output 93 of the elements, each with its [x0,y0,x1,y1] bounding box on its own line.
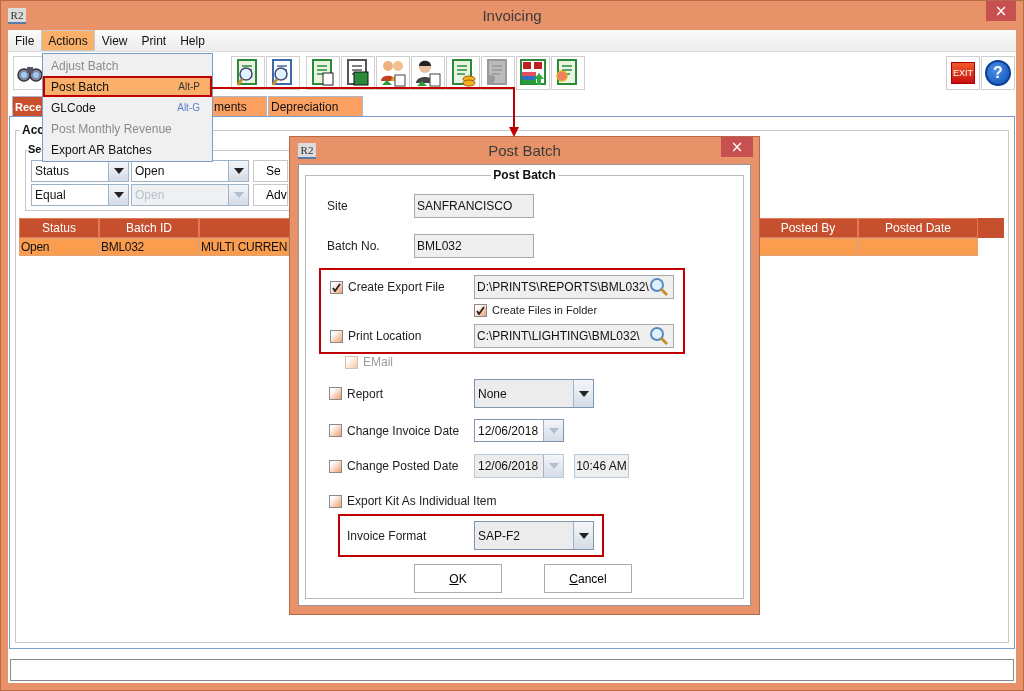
exit-button[interactable]: EXIT [946,56,980,90]
toolbar-button[interactable] [376,56,410,90]
invoice-format-dropdown[interactable]: SAP-F2 [474,521,594,550]
checkbox-label: Create Files in Folder [492,304,598,316]
people-icon [379,59,407,87]
dropdown-arrow-icon [113,192,124,198]
site-label: Site [327,199,349,213]
dropdown-button[interactable] [228,161,248,181]
checkbox[interactable] [330,329,343,343]
checkbox[interactable] [329,424,342,437]
menu-item[interactable]: View [94,30,135,51]
checkbox-label: Export Kit As Individual Item [347,494,497,508]
toolbar-button[interactable] [516,56,550,90]
filter-button[interactable]: Adv [253,184,288,206]
toolbar-button[interactable] [341,56,375,90]
group-title: Se [28,143,42,155]
group-title: Post Batch [491,168,558,182]
checkbox-label: Print Location [348,329,422,343]
table-cell: BML032 [99,238,199,256]
coins-icon [450,59,476,87]
path-text: D:\PRINTS\REPORTS\BML032\ [477,280,649,294]
close-button[interactable]: × [986,1,1016,21]
toolbar-button[interactable] [231,56,265,90]
app-logo: R2 [8,7,26,24]
help-button[interactable]: ? [981,56,1015,90]
toolbar-button[interactable] [411,56,445,90]
path-field[interactable]: D:\PRINTS\REPORTS\BML032\ [474,275,674,299]
close-button[interactable]: × [721,137,753,157]
dropdown-arrow-icon [233,168,244,174]
toolbar-button[interactable] [481,56,515,90]
invoice-format-label: Invoice Format [347,528,428,543]
dropdown-arrow-icon [578,532,589,539]
checkbox-label: Change Invoice Date [347,423,460,438]
checkbox[interactable] [474,303,487,317]
ok-button[interactable]: OK [414,564,502,593]
field-dropdown[interactable]: Status [31,160,129,182]
books-icon [519,59,547,87]
field-dropdown[interactable]: Equal [31,184,129,206]
checkbox[interactable] [330,280,343,294]
batch-no-label: Batch No. [327,239,381,253]
tab[interactable]: Depreciation [268,96,363,116]
time-field: 10:46 AM [574,454,629,478]
tab[interactable]: ments [211,96,267,116]
menu-item[interactable]: GLCode Alt-G [43,97,212,118]
site-field: SANFRANCISCO [414,194,534,218]
toolbar-button[interactable] [446,56,480,90]
table-cell: Open [19,238,99,256]
menu-item[interactable]: Help [173,30,212,51]
checkbox-label: Report [347,386,384,401]
checkbox-label: Create Export File [348,280,445,294]
batch-no-field: BML032 [414,234,534,258]
check-icon [476,305,485,315]
report-dropdown[interactable]: None [474,379,594,408]
app-logo: R2 [298,142,316,159]
dropdown-button[interactable] [108,161,128,181]
menu-item[interactable]: Actions [41,30,95,51]
checkbox[interactable] [329,494,342,508]
dropdown-arrow-icon [548,463,559,469]
search-icon[interactable] [649,326,669,346]
spreadsheet-icon [310,59,336,87]
checkbox-label: EMail [363,355,393,369]
checkbox[interactable] [329,459,342,473]
menu-item[interactable]: Post Batch Alt-P [43,76,212,97]
checkbox[interactable] [329,387,342,400]
cancel-button[interactable]: Cancel [544,564,632,593]
dropdown-arrow-icon [548,427,559,434]
tab[interactable]: Rece [12,96,44,116]
path-text: C:\PRINT\LIGHTING\BML032\ [477,329,640,343]
dropdown-button[interactable] [108,185,128,205]
toolbar-button[interactable] [266,56,300,90]
menu-item[interactable]: Print [134,30,174,51]
search-icon[interactable] [649,277,669,297]
table-cell: MULTI CURREN [199,238,288,256]
menu-item[interactable]: File [8,30,42,51]
dropdown-arrow-icon [578,390,589,397]
column-header[interactable]: Status [19,218,99,238]
person-icon [414,59,442,87]
check-icon [332,282,341,292]
menu-item[interactable]: Export AR Batches [43,139,212,160]
date-field[interactable]: 12/06/2018 [474,419,564,442]
toolbar-button[interactable] [306,56,340,90]
date-field: 12/06/2018 [474,454,564,478]
window-title: Invoicing [482,7,542,24]
dropdown-arrow-icon [233,192,244,198]
dialog-title: Post Batch [488,142,561,159]
document-icon [345,59,371,87]
dropdown-arrow-icon [113,168,124,174]
checkbox-label: Change Posted Date [347,459,459,473]
value-dropdown[interactable]: Open [131,160,249,182]
filter-button[interactable]: Se [253,160,288,182]
column-header[interactable]: Posted Date [858,218,978,238]
path-field[interactable]: C:\PRINT\LIGHTING\BML032\ [474,324,674,348]
column-header[interactable]: Batch ID [99,218,199,238]
